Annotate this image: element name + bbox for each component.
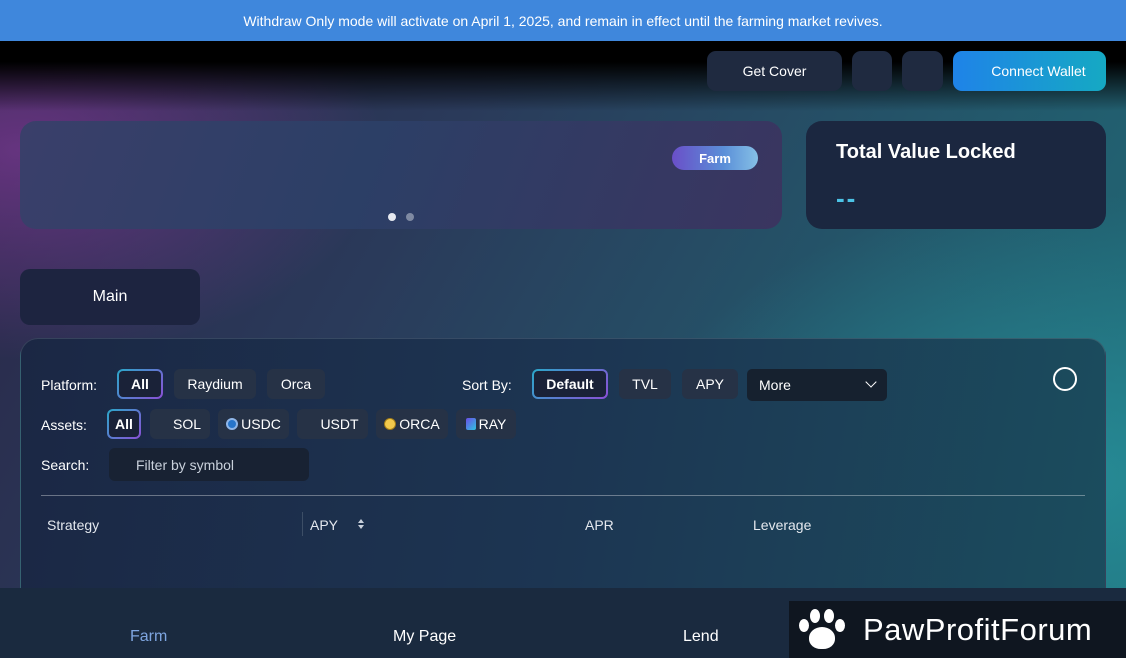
refresh-icon[interactable] [1053, 367, 1077, 391]
ray-icon [465, 418, 476, 430]
settings-icon[interactable] [902, 51, 943, 91]
watermark-text: PawProfitForum [863, 611, 1093, 647]
asset-chip-sol[interactable]: SOL [150, 409, 210, 439]
table-divider [41, 495, 1085, 496]
column-header-strategy[interactable]: Strategy [47, 517, 99, 533]
column-separator [302, 512, 303, 536]
paw-icon [797, 607, 845, 653]
platform-chip-all[interactable]: All [117, 369, 163, 399]
announcement-banner: Withdraw Only mode will activate on Apri… [0, 0, 1126, 41]
tvl-card: Total Value Locked -- [806, 121, 1106, 229]
asset-chip-orca-label: ORCA [399, 416, 440, 432]
tvl-value: -- [836, 183, 858, 213]
assets-label: Assets: [41, 417, 87, 433]
nav-item-my-page[interactable]: My Page [393, 628, 456, 646]
nav-item-farm[interactable]: Farm [130, 628, 167, 646]
chevron-down-icon [865, 376, 877, 388]
get-cover-button[interactable]: Get Cover [707, 51, 842, 91]
sort-chip-tvl[interactable]: TVL [619, 369, 671, 399]
platform-chip-orca[interactable]: Orca [267, 369, 325, 399]
watermark: PawProfitForum [789, 601, 1126, 658]
sort-by-label: Sort By: [462, 377, 512, 393]
carousel-dot-1[interactable] [388, 213, 396, 221]
language-icon[interactable] [852, 51, 892, 91]
more-select[interactable]: More [747, 369, 887, 401]
asset-chip-usdc-label: USDC [241, 416, 281, 432]
carousel-dot-2[interactable] [406, 213, 414, 221]
announcement-text: Withdraw Only mode will activate on Apri… [243, 12, 883, 29]
search-label: Search: [41, 457, 90, 473]
asset-chip-all[interactable]: All [107, 409, 141, 439]
platform-chip-raydium[interactable]: Raydium [174, 369, 256, 399]
asset-chip-orca[interactable]: ORCA [376, 409, 448, 439]
column-header-apr[interactable]: APR [585, 517, 614, 533]
asset-chip-usdc[interactable]: USDC [218, 409, 289, 439]
platform-label: Platform: [41, 377, 98, 393]
asset-chip-sol-label: SOL [172, 416, 201, 432]
asset-chip-usdt-label: USDT [320, 416, 359, 432]
usdc-icon [226, 418, 239, 430]
asset-chip-usdt[interactable]: USDT [297, 409, 368, 439]
column-header-leverage[interactable]: Leverage [753, 517, 811, 533]
asset-chip-ray[interactable]: RAY [456, 409, 516, 439]
hero-carousel[interactable]: Farm [20, 121, 782, 229]
column-header-apy[interactable]: APY [310, 517, 338, 533]
nav-item-lend[interactable]: Lend [683, 628, 719, 646]
sort-icon[interactable] [357, 519, 365, 531]
asset-chip-ray-label: RAY [478, 416, 507, 432]
orca-icon [384, 418, 397, 430]
tvl-title: Total Value Locked [836, 141, 1016, 163]
tab-main[interactable]: Main [20, 269, 200, 325]
search-input[interactable] [109, 448, 309, 481]
farm-list-panel: Platform: All Raydium Orca Sort By: Defa… [20, 338, 1106, 608]
connect-wallet-button[interactable]: Connect Wallet [953, 51, 1106, 91]
farm-badge: Farm [672, 146, 758, 170]
sort-chip-default[interactable]: Default [532, 369, 608, 399]
more-select-value: More [759, 377, 791, 393]
sort-chip-apy[interactable]: APY [682, 369, 738, 399]
